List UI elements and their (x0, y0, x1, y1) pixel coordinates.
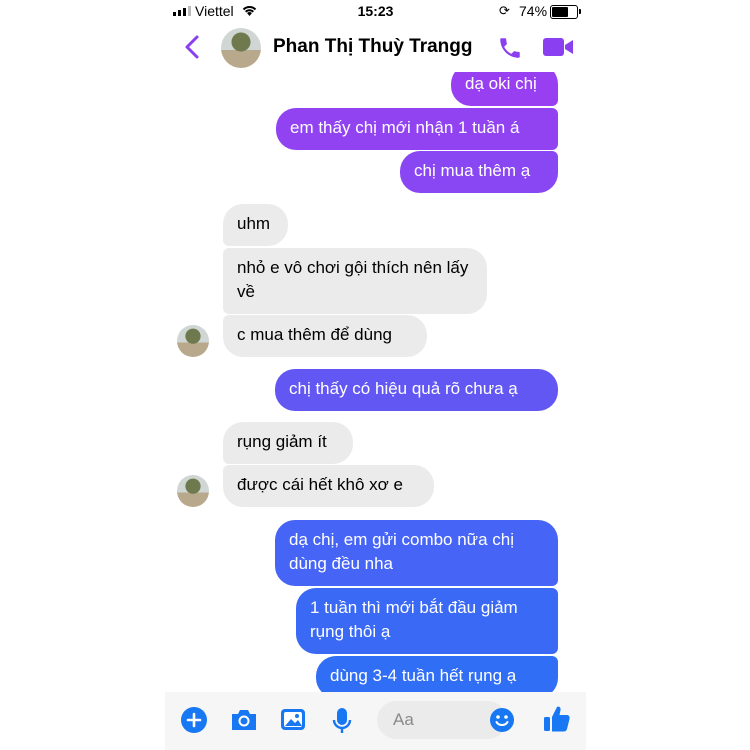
status-bar: Viettel 15:23 ⟳ 74% (165, 0, 586, 24)
message-bubble-incoming[interactable]: rụng giảm ít (223, 422, 353, 464)
chat-header: Phan Thị Thuỳ Trangg (165, 24, 586, 72)
rotation-lock-icon: ⟳ (499, 3, 510, 18)
message-bubble-outgoing[interactable]: 1 tuần thì mới bắt đầu giảm rụng thôi ạ (296, 588, 558, 654)
message-bubble-outgoing[interactable]: dạ oki chị (451, 72, 558, 106)
chevron-left-icon[interactable] (183, 34, 201, 65)
composer-bar: Aa (165, 692, 586, 750)
message-bubble-incoming[interactable]: c mua thêm để dùng (223, 315, 427, 357)
sender-avatar[interactable] (177, 325, 209, 357)
battery-percent: 74% (519, 3, 548, 19)
phone-call-icon[interactable] (497, 35, 523, 66)
sender-avatar[interactable] (177, 475, 209, 507)
plus-circle-icon[interactable] (180, 706, 208, 739)
message-list[interactable]: dạ oki chị em thấy chị mới nhận 1 tuần á… (165, 72, 586, 692)
video-call-icon[interactable] (542, 36, 574, 63)
contact-avatar[interactable] (221, 28, 261, 68)
image-icon[interactable] (279, 706, 307, 739)
message-bubble-outgoing[interactable]: em thấy chị mới nhận 1 tuần á (276, 108, 558, 150)
message-bubble-outgoing[interactable]: dạ chị, em gửi combo nữa chị dùng đều nh… (275, 520, 558, 586)
microphone-icon[interactable] (330, 706, 354, 741)
message-bubble-outgoing[interactable]: chị thấy có hiệu quả rõ chưa ạ (275, 369, 558, 411)
message-bubble-incoming[interactable]: nhỏ e vô chơi gội thích nên lấy về (223, 248, 487, 314)
message-bubble-outgoing[interactable]: dùng 3-4 tuần hết rụng ạ (316, 656, 558, 692)
message-bubble-outgoing[interactable]: chị mua thêm ạ (400, 151, 558, 193)
message-bubble-incoming[interactable]: uhm (223, 204, 288, 246)
emoji-icon[interactable] (489, 707, 515, 738)
message-input[interactable]: Aa (377, 701, 507, 739)
messenger-screen: Viettel 15:23 ⟳ 74% Phan Thị Thuỳ Trangg… (165, 0, 586, 750)
thumbs-up-icon[interactable] (542, 704, 572, 739)
contact-name[interactable]: Phan Thị Thuỳ Trangg (273, 36, 473, 58)
message-bubble-incoming[interactable]: được cái hết khô xơ e (223, 465, 434, 507)
battery-icon (550, 5, 581, 19)
camera-icon[interactable] (229, 706, 259, 739)
